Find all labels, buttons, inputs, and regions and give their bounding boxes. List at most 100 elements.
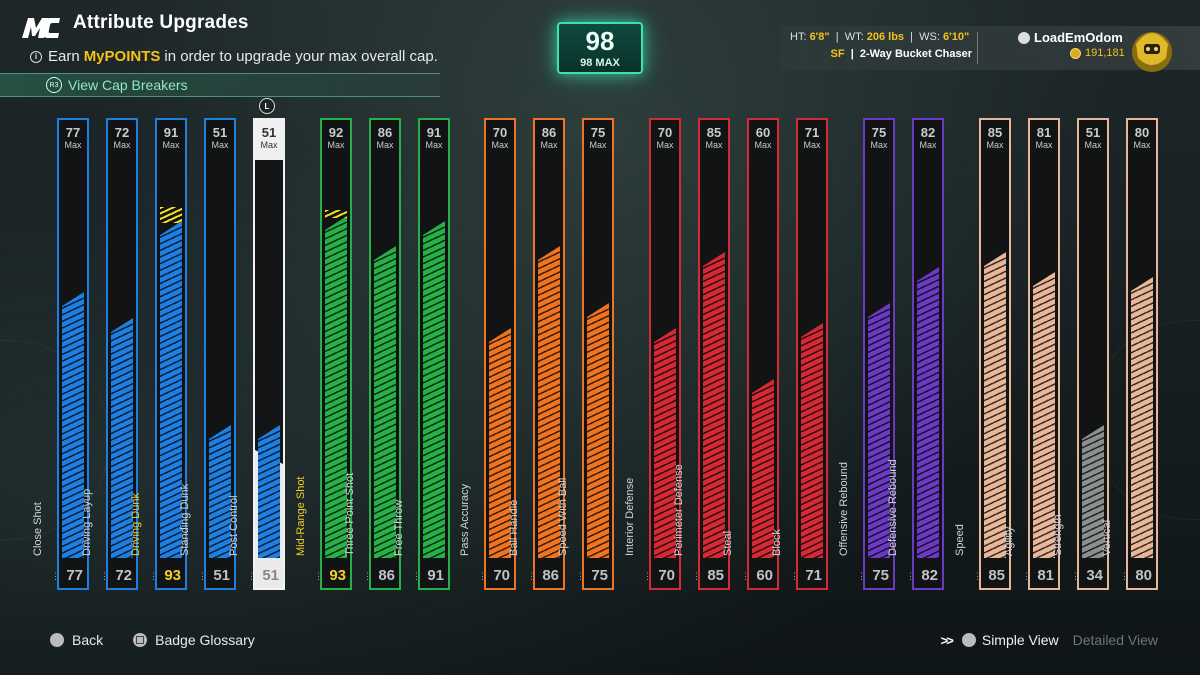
attribute-max-value: 91: [426, 125, 442, 140]
max-label: Max: [754, 140, 772, 150]
max-label: Max: [986, 140, 1004, 150]
r3-button-icon: R3: [46, 77, 62, 93]
attribute-current-value: 82: [921, 567, 938, 584]
attribute-name: Ball Handle: [508, 499, 520, 556]
attribute-max-value: 81: [1036, 125, 1052, 140]
max-label: Max: [425, 140, 443, 150]
chevron-right-icon: >>: [940, 632, 954, 648]
attribute-bar[interactable]: 85 Max Speed ⋮ 85: [954, 118, 1011, 590]
height-value: 6'8": [809, 31, 830, 43]
attribute-fill: [984, 252, 1006, 558]
attribute-cap: 77 Max: [59, 120, 87, 151]
attribute-name: Interior Defense: [624, 477, 636, 556]
view-cap-breakers-button[interactable]: R3 View Cap Breakers: [0, 73, 440, 97]
more-dots-icon: ⋮: [247, 571, 256, 581]
player-avatar: [1132, 32, 1172, 72]
more-dots-icon: ⋮: [790, 571, 799, 581]
square-button-icon[interactable]: [133, 633, 148, 647]
attribute-current-value: 93: [164, 567, 181, 584]
player-position: SF: [830, 48, 845, 60]
attribute-current-value: 91: [427, 567, 444, 584]
simple-view-button[interactable]: Simple View: [982, 632, 1059, 648]
detailed-view-button[interactable]: Detailed View: [1073, 632, 1158, 648]
attribute-bar[interactable]: 85 Max Perimeter Defense ⋮ 85: [673, 118, 730, 590]
attribute-cap: 86 Max: [371, 120, 399, 151]
subtitle-mypoints: MyPOINTS: [83, 48, 161, 65]
attribute-max-value: 71: [804, 125, 820, 140]
footer-left: Back Badge Glossary: [50, 632, 255, 648]
circle-button-icon[interactable]: [50, 633, 64, 647]
attribute-max-value: 91: [163, 125, 179, 140]
attribute-name: Close Shot: [32, 502, 44, 556]
attribute-name: Three-Point Shot: [344, 472, 356, 556]
triangle-button-icon[interactable]: [961, 633, 976, 647]
more-dots-icon: ⋮: [149, 571, 158, 581]
attribute-current-value: 86: [378, 567, 395, 584]
attribute-fill: [423, 221, 445, 558]
more-dots-icon: ⋮: [643, 571, 652, 581]
more-dots-icon: ⋮: [412, 571, 421, 581]
attribute-bar[interactable]: 60 Max Steal ⋮ 60: [722, 118, 779, 590]
attribute-fill: [1131, 277, 1153, 558]
badge-glossary-button[interactable]: Badge Glossary: [155, 632, 255, 648]
attribute-name: Perimeter Defense: [673, 464, 685, 556]
player-archetype: 2-Way Bucket Chaser: [859, 48, 972, 60]
more-dots-icon: ⋮: [906, 571, 915, 581]
max-label: Max: [260, 140, 278, 150]
attribute-current-value: 93: [329, 567, 346, 584]
attribute-current-value: 51: [262, 567, 279, 584]
attribute-current-value: 85: [707, 567, 724, 584]
attribute-bar[interactable]: 71 Max Block ⋮ 71: [771, 118, 828, 590]
attribute-cap: 75 Max: [865, 120, 893, 151]
attribute-cap: 85 Max: [700, 120, 728, 151]
wingspan-label: WS:: [919, 31, 940, 43]
max-label: Max: [211, 140, 229, 150]
attribute-max-value: 75: [871, 125, 887, 140]
user-info: LoadEmOdom: [1018, 30, 1123, 45]
attribute-name: Vertical: [1101, 519, 1113, 556]
attribute-cap: 82 Max: [914, 120, 942, 151]
attribute-bar[interactable]: 75 Max Speed With Ball ⋮ 75: [557, 118, 614, 590]
attribute-bar[interactable]: 91 Max Free Throw ⋮ 91: [393, 118, 450, 590]
attribute-name: Speed: [954, 524, 966, 556]
more-dots-icon: ⋮: [973, 571, 982, 581]
attribute-cap: 85 Max: [981, 120, 1009, 151]
weight-label: WT:: [844, 31, 864, 43]
more-dots-icon: ⋮: [100, 571, 109, 581]
height-label: HT:: [790, 31, 807, 43]
attribute-name: Mid-Range Shot: [295, 476, 307, 557]
attribute-bar[interactable]: 82 Max Defensive Rebound ⋮ 82: [887, 118, 944, 590]
more-dots-icon: ⋮: [1071, 571, 1080, 581]
attribute-cap: 91 Max: [157, 120, 185, 151]
max-label: Max: [705, 140, 723, 150]
divider: [977, 32, 978, 64]
page-title: Attribute Upgrades: [73, 12, 249, 33]
attribute-name: Block: [771, 529, 783, 556]
attribute-current-value: 70: [658, 567, 675, 584]
attribute-current-value: 80: [1135, 567, 1152, 584]
attribute-max-value: 75: [590, 125, 606, 140]
attribute-fill: [258, 425, 280, 558]
attribute-current-value: 85: [988, 567, 1005, 584]
attribute-max-value: 80: [1134, 125, 1150, 140]
attribute-max-value: 70: [657, 125, 673, 140]
attribute-cap: 92 Max: [322, 120, 350, 151]
max-label: Max: [1035, 140, 1053, 150]
more-dots-icon: ⋮: [314, 571, 323, 581]
attribute-cap: 91 Max: [420, 120, 448, 151]
attribute-bar[interactable]: 51 Max Post Control ⋮ 51: [228, 118, 285, 590]
back-button[interactable]: Back: [72, 632, 103, 648]
attribute-current-value: 77: [66, 567, 83, 584]
attribute-cap: 75 Max: [584, 120, 612, 151]
attribute-current-value: 81: [1037, 567, 1054, 584]
attribute-fill: [587, 303, 609, 558]
attribute-current-value: 60: [756, 567, 773, 584]
playstation-icon: [1018, 31, 1030, 44]
max-label: Max: [540, 140, 558, 150]
max-label: Max: [376, 140, 394, 150]
attribute-bar[interactable]: 80 Max Vertical ⋮ 80: [1101, 118, 1158, 590]
attribute-max-value: 72: [114, 125, 130, 140]
max-label: Max: [1133, 140, 1151, 150]
more-dots-icon: ⋮: [692, 571, 701, 581]
subtitle: i Earn MyPOINTS in order to upgrade your…: [30, 48, 438, 65]
